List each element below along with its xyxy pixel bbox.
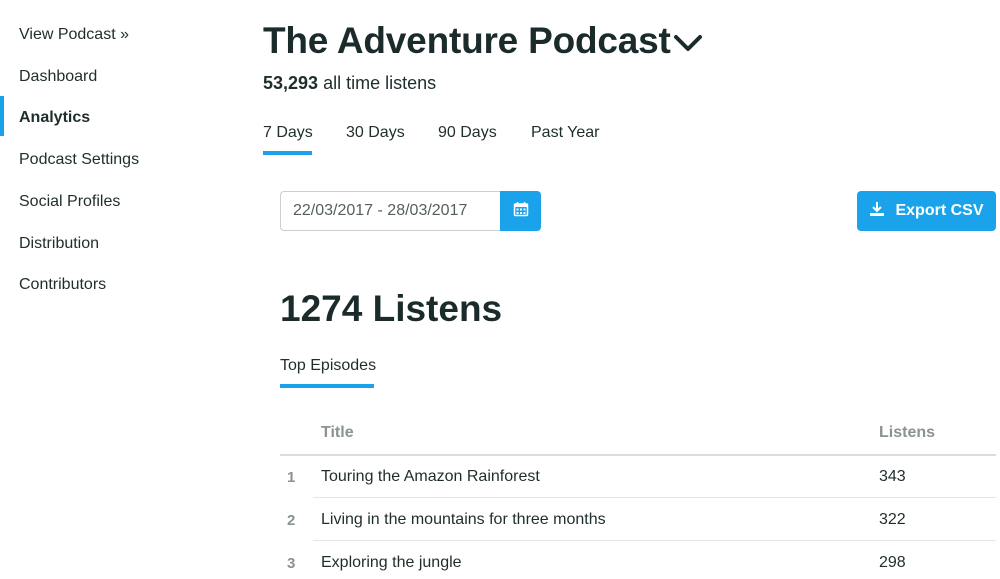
sidebar-item-podcast-settings[interactable]: Podcast Settings (19, 150, 139, 170)
sidebar-item-dashboard[interactable]: Dashboard (19, 67, 97, 87)
episode-listens: 343 (879, 468, 906, 485)
tab-7-days[interactable]: 7 Days (263, 124, 313, 142)
tab-active-underline (263, 151, 312, 155)
sidebar: View Podcast » Dashboard Analytics Podca… (0, 0, 240, 579)
tab-90-days[interactable]: 90 Days (438, 124, 497, 142)
episode-title[interactable]: Touring the Amazon Rainforest (321, 468, 540, 486)
all-time-listens: 53,293 all time listens (263, 73, 436, 94)
episode-listens: 322 (879, 511, 906, 528)
sidebar-item-view-podcast[interactable]: View Podcast » (19, 25, 129, 45)
episode-title[interactable]: Living in the mountains for three months (321, 511, 606, 529)
column-header-listens: Listens (879, 424, 936, 441)
calendar-icon (513, 201, 529, 222)
row-rank: 3 (287, 555, 296, 572)
sidebar-active-indicator (0, 96, 4, 136)
top-episodes-underline (280, 384, 374, 388)
date-range-input[interactable] (280, 191, 501, 231)
tab-30-days[interactable]: 30 Days (346, 124, 405, 142)
date-picker-button[interactable] (500, 191, 541, 231)
row-divider (313, 540, 996, 541)
tab-past-year[interactable]: Past Year (531, 124, 600, 142)
sidebar-item-social-profiles[interactable]: Social Profiles (19, 192, 120, 212)
sidebar-item-analytics[interactable]: Analytics (19, 108, 90, 128)
column-header-title: Title (321, 424, 354, 441)
all-time-listens-count: 53,293 (263, 73, 319, 93)
row-rank: 2 (287, 512, 296, 529)
podcast-title: The Adventure Podcast (263, 20, 671, 61)
tab-top-episodes[interactable]: Top Episodes (280, 357, 376, 375)
download-icon (869, 201, 885, 222)
total-listens: 1274 Listens (280, 288, 503, 329)
all-time-listens-label: all time listens (323, 73, 437, 93)
row-divider (313, 497, 996, 498)
episode-listens: 298 (879, 554, 906, 571)
episode-title[interactable]: Exploring the jungle (321, 554, 462, 572)
sidebar-item-contributors[interactable]: Contributors (19, 275, 106, 295)
table-header-divider (280, 454, 996, 456)
chevron-down-icon[interactable] (672, 30, 704, 56)
sidebar-item-distribution[interactable]: Distribution (19, 234, 99, 254)
export-csv-label: Export CSV (895, 202, 984, 219)
export-csv-button[interactable]: Export CSV (857, 191, 996, 231)
row-rank: 1 (287, 469, 296, 486)
